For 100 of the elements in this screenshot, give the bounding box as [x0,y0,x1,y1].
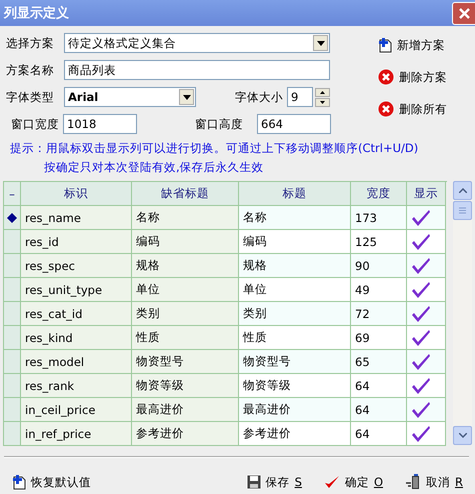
header-cell: – [4,182,21,206]
chevron-up-icon [458,188,466,193]
table-cell: 单位 [132,278,239,302]
window-title: 列显示定义 [2,4,69,22]
scroll-thumb[interactable] [453,201,472,220]
table-cell: res_spec [21,254,132,278]
delete-icon [378,101,394,117]
field-label: 窗口宽度 [10,116,60,132]
checkmark-icon[interactable] [411,306,431,322]
chevron-down-icon [458,433,466,438]
input-field[interactable]: 商品列表 [64,60,330,80]
current-row-icon [7,212,17,222]
checkmark-icon[interactable] [411,402,431,418]
column-header[interactable]: 标识 [21,182,132,206]
delete-icon [378,69,394,85]
table-cell: 编码 [132,230,239,254]
table-cell: 名称 [132,206,239,230]
table-cell: 90 [351,254,407,278]
column-header[interactable]: 标题 [239,182,351,206]
table-cell: 125 [351,230,407,254]
table-cell: 最高进价 [132,398,239,422]
document-plus-icon [12,474,26,490]
table-cell: 性质 [132,326,239,350]
table-cell: 规格 [132,254,239,278]
checkmark-icon[interactable] [411,210,431,226]
close-icon [458,8,470,18]
caret-icon [182,94,190,100]
table-cell: 最高进价 [239,398,351,422]
column-header[interactable]: 缺省标题 [132,182,239,206]
checkmark-icon[interactable] [411,282,431,298]
delete-button[interactable]: 删除所有 [378,100,447,118]
add-scheme-button[interactable]: 新增方案 [378,36,447,54]
table-cell: 物资等级 [132,374,239,398]
spin-down-button[interactable] [315,98,330,106]
table-cell: res_unit_type [21,278,132,302]
table-cell: 性质 [239,326,351,350]
restore-defaults-button[interactable]: 恢复默认值 [12,474,91,490]
table-cell: in_ceil_price [21,398,132,422]
table-cell: res_name [21,206,132,230]
table-cell: 参考进价 [239,422,351,446]
spin-up-button[interactable] [315,88,330,96]
checkmark-icon[interactable] [411,426,431,442]
table-cell: in_ref_price [21,422,132,446]
table-cell: 64 [351,422,407,446]
field-label: 字体大小 [235,90,284,104]
table-cell: 物资等级 [239,374,351,398]
cancel-button[interactable]: 取消 R [405,474,463,490]
scrollbar[interactable] [453,181,472,445]
grip-icon [459,207,466,214]
table-cell: 单位 [239,278,351,302]
table-cell: res_cat_id [21,302,132,326]
input-field[interactable]: 664 [257,114,331,134]
delete-button[interactable]: 删除方案 [378,68,447,86]
door-exit-icon [405,474,421,490]
table-cell: 类别 [239,302,351,326]
dropdown-button[interactable] [179,89,194,105]
input-field[interactable]: 9 [287,87,313,107]
table-cell: 编码 [239,230,351,254]
table-cell: res_kind [21,326,132,350]
table-cell: 物资型号 [239,350,351,374]
table-cell: 64 [351,398,407,422]
column-header[interactable]: 显示 [407,182,446,206]
table-cell: 65 [351,350,407,374]
table-cell: res_model [21,350,132,374]
table-cell: 69 [351,326,407,350]
table-cell: 64 [351,374,407,398]
scheme-dropdown[interactable]: 待定义格式定义集合 [64,33,330,53]
document-plus-icon [378,37,392,53]
row-indicator[interactable] [4,206,21,230]
hint-text: 提示：用鼠标双击显示列可以进行切换。可通过上下移动调整顺序(Ctrl+U/D) [10,141,420,156]
checkmark-icon [324,475,340,489]
ok-button[interactable]: 确定 O [324,474,383,490]
hint-text: 按确定只对本次登陆有效,保存后永久生效 [43,160,265,175]
field-label: 窗口高度 [195,116,244,132]
input-field[interactable]: 1018 [63,114,137,134]
table-cell: 物资型号 [132,350,239,374]
field-label: 方案名称 [6,62,55,78]
checkmark-icon[interactable] [411,234,431,250]
field-label: 选择方案 [6,36,55,50]
table-cell: 规格 [239,254,351,278]
table-cell: 72 [351,302,407,326]
table-cell: res_id [21,230,132,254]
font-dropdown[interactable]: Arial [64,87,196,107]
field-label: 字体类型 [6,90,55,104]
scroll-down-button[interactable] [453,426,472,445]
scroll-up-button[interactable] [453,181,472,200]
close-button[interactable] [452,2,475,24]
save-button[interactable]: 保存 S [246,474,302,490]
table-cell: 名称 [239,206,351,230]
checkmark-icon[interactable] [411,378,431,394]
table-cell: 参考进价 [132,422,239,446]
dropdown-button[interactable] [313,35,328,51]
checkmark-icon[interactable] [411,354,431,370]
table-cell: 173 [351,206,407,230]
checkmark-icon[interactable] [411,330,431,346]
checkmark-icon[interactable] [411,258,431,274]
table-cell: 49 [351,278,407,302]
caret-icon [316,40,324,46]
column-header[interactable]: 宽度 [351,182,407,206]
up-arrow-icon [320,90,325,94]
